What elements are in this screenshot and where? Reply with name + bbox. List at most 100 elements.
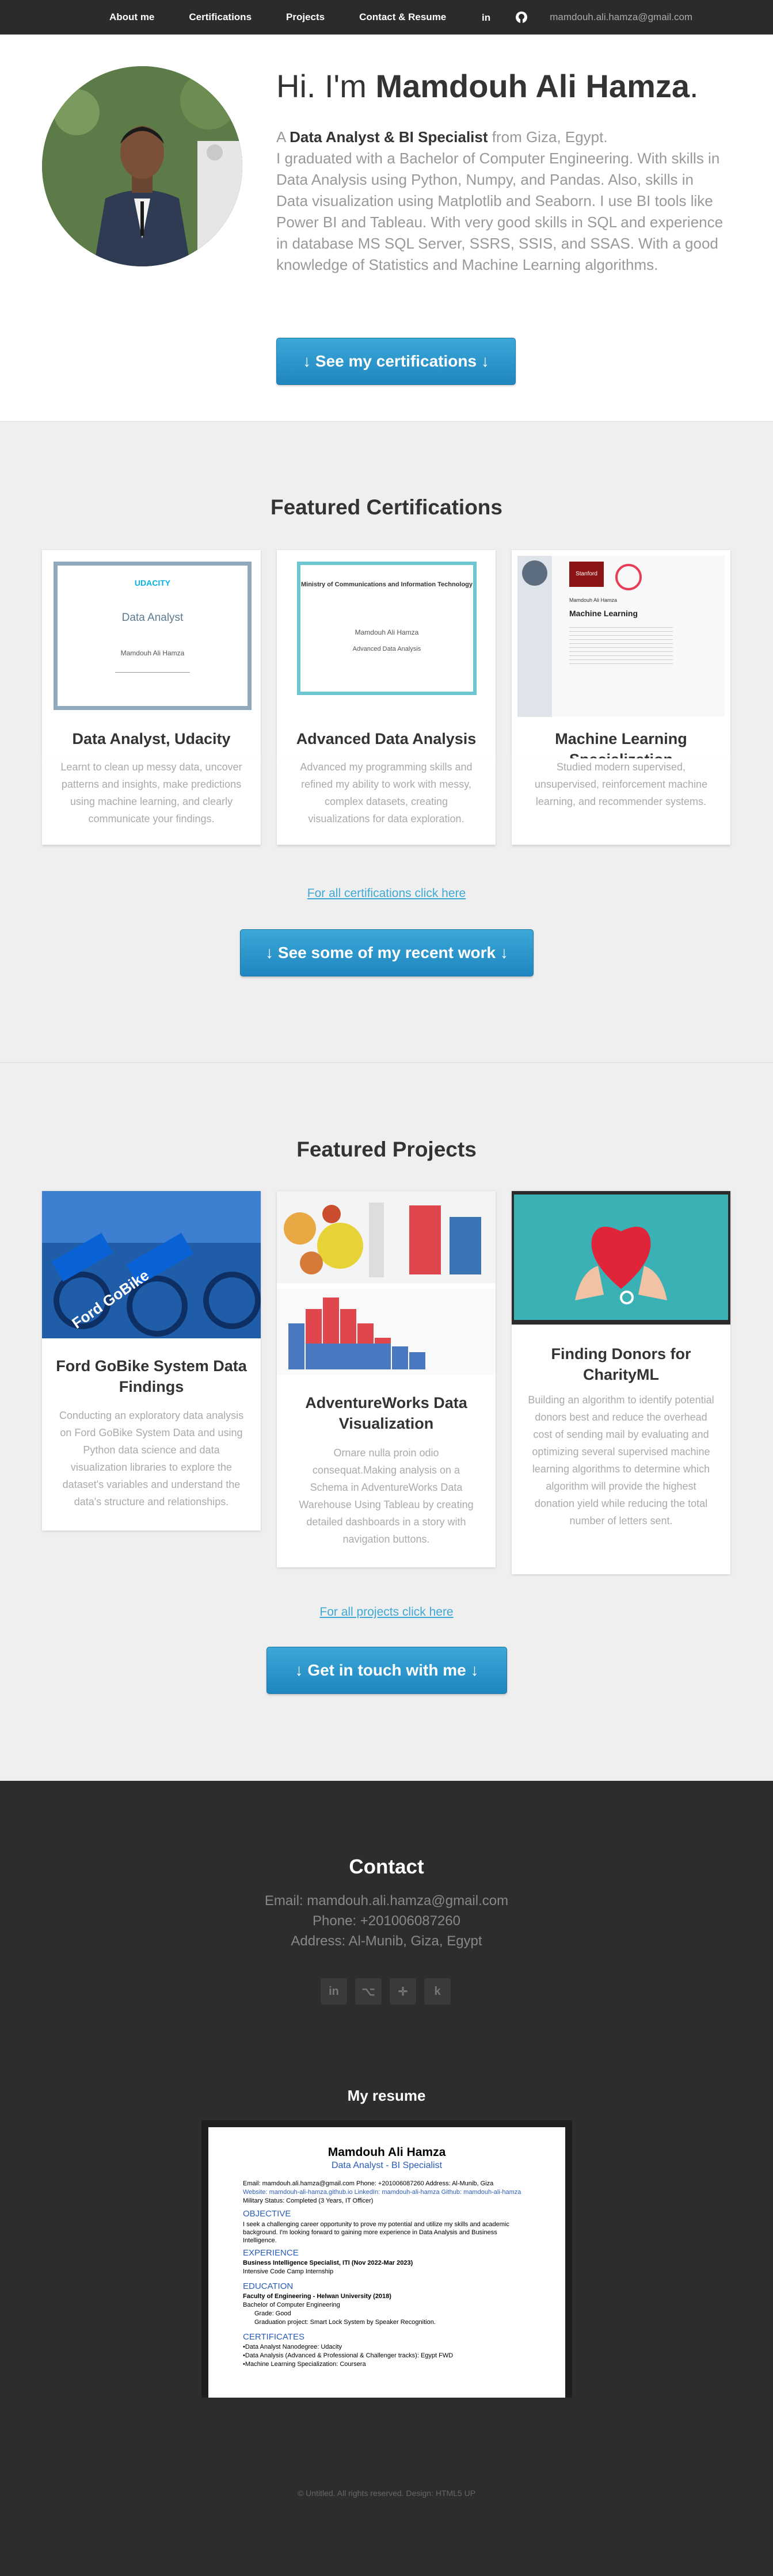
svg-text:in: in bbox=[482, 12, 490, 23]
profile-photo bbox=[42, 66, 242, 266]
resume-experience-line: Business Intelligence Specialist, ITI (N… bbox=[243, 2260, 413, 2266]
nav-item-certifications[interactable]: Certifications bbox=[189, 12, 252, 23]
contact-section: Contact Email: mamdouh.ali.hamza@gmail.c… bbox=[0, 1781, 773, 2576]
hero-intro: A bbox=[276, 128, 290, 146]
tableau-glyph: ✛ bbox=[398, 1985, 408, 1998]
github-icon[interactable]: ⌥ bbox=[355, 1978, 382, 2005]
github-icon[interactable] bbox=[515, 11, 528, 24]
project-description: Conducting an exploratory data analysis … bbox=[59, 1410, 244, 1508]
hero-heading: Hi. I'm Mamdouh Ali Hamza. bbox=[276, 67, 699, 105]
project-image bbox=[512, 1191, 730, 1325]
resume-objective-text: I seek a challenging career opportunity … bbox=[243, 2221, 509, 2244]
cert-image-name: Mamdouh Ali Hamza bbox=[355, 628, 419, 636]
cert-card-body: Studied modern supervised, unsupervised,… bbox=[512, 758, 730, 845]
resume-education-heading: EDUCATION bbox=[243, 2281, 294, 2291]
contact-email[interactable]: Email: mamdouh.ali.hamza@gmail.com bbox=[0, 1893, 773, 1909]
cert-image: UDACITY Data Analyst Mamdouh Ali Hamza bbox=[42, 550, 261, 718]
certifications-section: Featured Certifications UDACITY Data Ana… bbox=[0, 422, 773, 1063]
top-nav: About me Certifications Projects Contact… bbox=[0, 0, 773, 35]
resume-education-degree: Bachelor of Computer Engineering bbox=[243, 2302, 340, 2308]
nav-item-contact[interactable]: Contact & Resume bbox=[359, 12, 446, 23]
projects-section: Featured Projects Ford GoBike Ford GoBik… bbox=[0, 1063, 773, 1781]
linkedin-icon[interactable]: in bbox=[481, 11, 493, 24]
cert-card[interactable]: Ministry of Communications and Informati… bbox=[277, 550, 496, 758]
cert-image-brand: Ministry of Communications and Informati… bbox=[300, 581, 473, 588]
project-card[interactable]: Finding Donors for CharityML Building an… bbox=[512, 1191, 730, 1574]
copyright: © Untitled. All rights reserved. Design:… bbox=[297, 2489, 476, 2498]
cert-description: Learnt to clean up messy data, uncover p… bbox=[60, 761, 242, 825]
linkedin-glyph: in bbox=[329, 1985, 339, 1998]
cert-image-line: Machine Learning bbox=[569, 609, 638, 618]
about-section: Hi. I'm Mamdouh Ali Hamza. A Data Analys… bbox=[0, 35, 773, 422]
cert-image-brand: UDACITY bbox=[134, 578, 171, 587]
kaggle-icon[interactable]: k bbox=[424, 1978, 451, 2005]
cert-image-line: Advanced Data Analysis bbox=[352, 646, 421, 652]
nav-item-projects[interactable]: Projects bbox=[286, 12, 325, 23]
resume-links-line: Website: mamdouh-ali-hamza.github.io Lin… bbox=[243, 2189, 521, 2196]
cert-image: Stanford Mamdouh Ali Hamza Machine Learn… bbox=[512, 550, 730, 718]
nav-email[interactable]: mamdouh.ali.hamza@gmail.com bbox=[550, 12, 692, 23]
resume-name: Mamdouh Ali Hamza bbox=[328, 2146, 446, 2159]
resume-education-line: Faculty of Engineering - Helwan Universi… bbox=[243, 2293, 391, 2300]
resume-experience-detail: Intensive Code Camp Internship bbox=[243, 2268, 334, 2275]
cert-description: Advanced my programming skills and refin… bbox=[300, 761, 473, 825]
cert-card-body: Learnt to clean up messy data, uncover p… bbox=[42, 758, 261, 845]
cert-title: Advanced Data Analysis bbox=[296, 730, 477, 747]
resume-title: My resume bbox=[347, 2087, 426, 2104]
cert-image-brand: Stanford bbox=[569, 562, 604, 587]
project-title: AdventureWorks Data Visualization bbox=[305, 1394, 467, 1432]
resume-cert-line: •Data Analyst Nanodegree: Udacity bbox=[243, 2344, 342, 2350]
resume-page: Mamdouh Ali Hamza Data Analyst - BI Spec… bbox=[208, 2127, 565, 2398]
cert-card[interactable]: UDACITY Data Analyst Mamdouh Ali Hamza D… bbox=[42, 550, 261, 758]
resume-role: Data Analyst - BI Specialist bbox=[331, 2161, 443, 2170]
cert-image-name: Mamdouh Ali Hamza bbox=[120, 649, 185, 657]
linkedin-icon[interactable]: in bbox=[321, 1978, 347, 2005]
cert-image-line: Data Analyst bbox=[121, 612, 184, 624]
resume-education-project: Graduation project: Smart Lock System by… bbox=[254, 2319, 436, 2326]
contact-phone: Phone: +201006087260 bbox=[313, 1913, 460, 1929]
project-image: Ford GoBike bbox=[42, 1191, 261, 1338]
cert-card[interactable]: Stanford Mamdouh Ali Hamza Machine Learn… bbox=[512, 550, 730, 768]
project-title: Finding Donors for CharityML bbox=[551, 1345, 691, 1383]
project-card[interactable]: AdventureWorks Data Visualization Ornare… bbox=[277, 1191, 496, 1567]
nav-menu: About me Certifications Projects Contact… bbox=[109, 0, 692, 35]
resume-viewer[interactable]: Mamdouh Ali Hamza Data Analyst - BI Spec… bbox=[201, 2120, 572, 2398]
resume-military-line: Military Status: Completed (3 Years, IT … bbox=[243, 2197, 374, 2204]
all-certifications-link[interactable]: For all certifications click here bbox=[0, 887, 773, 900]
resume-cert-line: •Machine Learning Specialization: Course… bbox=[243, 2361, 366, 2368]
cert-image: Ministry of Communications and Informati… bbox=[277, 550, 496, 718]
resume-objective-heading: OBJECTIVE bbox=[243, 2209, 291, 2219]
projects-title: Featured Projects bbox=[296, 1138, 477, 1161]
project-image bbox=[277, 1191, 496, 1376]
resume-cert-line: •Data Analysis (Advanced & Professional … bbox=[243, 2352, 454, 2359]
project-card[interactable]: Ford GoBike Ford GoBike System Data Find… bbox=[42, 1191, 261, 1531]
contact-title: Contact bbox=[349, 1856, 424, 1878]
see-certifications-button[interactable]: ↓ See my certifications ↓ bbox=[276, 338, 516, 385]
contact-address: Address: Al-Munib, Giza, Egypt bbox=[291, 1933, 482, 1949]
hero-bio-text: I graduated with a Bachelor of Computer … bbox=[276, 150, 724, 273]
resume-experience-heading: EXPERIENCE bbox=[243, 2248, 299, 2258]
project-description: Building an algorithm to identify potent… bbox=[528, 1394, 714, 1526]
resume-education-grade: Grade: Good bbox=[254, 2310, 291, 2317]
hero-role: Data Analyst & BI Specialist bbox=[290, 128, 488, 146]
cert-card-body: Advanced my programming skills and refin… bbox=[277, 758, 496, 845]
see-recent-work-button[interactable]: ↓ See some of my recent work ↓ bbox=[240, 929, 534, 976]
hero-name: Mamdouh Ali Hamza bbox=[375, 68, 690, 104]
get-in-touch-button[interactable]: ↓ Get in touch with me ↓ bbox=[266, 1647, 507, 1694]
cert-description: Studied modern supervised, unsupervised,… bbox=[534, 761, 708, 807]
hero-location: from Giza, Egypt. bbox=[488, 128, 608, 146]
cert-image-name: Mamdouh Ali Hamza bbox=[569, 597, 618, 603]
resume-certificates-heading: CERTIFICATES bbox=[243, 2332, 304, 2342]
certifications-title: Featured Certifications bbox=[271, 495, 502, 519]
hero-period: . bbox=[690, 68, 699, 104]
nav-item-about[interactable]: About me bbox=[109, 12, 154, 23]
cert-title: Data Analyst, Udacity bbox=[72, 730, 231, 747]
kaggle-glyph: k bbox=[434, 1985, 441, 1998]
all-projects-link[interactable]: For all projects click here bbox=[0, 1605, 773, 1619]
project-description: Ornare nulla proin odio consequat.Making… bbox=[299, 1447, 474, 1545]
tableau-icon[interactable]: ✛ bbox=[390, 1978, 416, 2005]
hero-greeting: Hi. I'm bbox=[276, 68, 376, 104]
github-glyph: ⌥ bbox=[361, 1985, 375, 1998]
hero-bio: A Data Analyst & BI Specialist from Giza… bbox=[276, 127, 725, 276]
project-title: Ford GoBike System Data Findings bbox=[56, 1357, 247, 1395]
